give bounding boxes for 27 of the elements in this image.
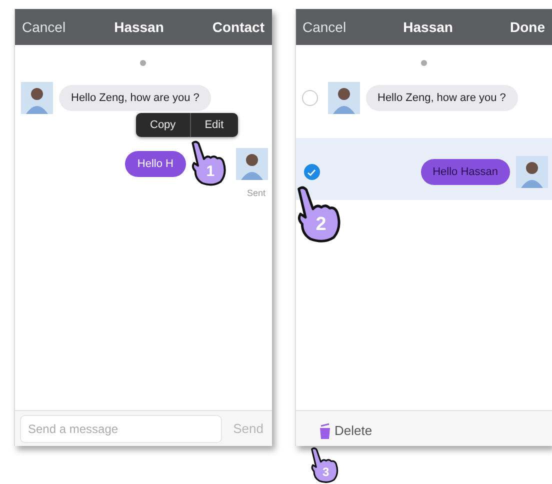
chat-title: Hassan xyxy=(403,19,453,35)
menu-item[interactable]: Copy xyxy=(136,113,190,137)
avatar-icon xyxy=(328,82,360,114)
step-number: 3 xyxy=(322,466,330,478)
trash-icon xyxy=(318,422,330,438)
message-field[interactable]: Send a message xyxy=(20,414,222,442)
done-button[interactable]: Done xyxy=(510,19,545,35)
sent-status: Sent xyxy=(246,188,266,198)
step-number: 2 xyxy=(316,215,326,234)
select-checkbox[interactable] xyxy=(302,90,318,106)
delete-button[interactable]: Delete xyxy=(300,422,372,438)
loading-dot xyxy=(140,60,146,66)
chat-title: Hassan xyxy=(114,19,164,35)
menu-item[interactable]: Edit xyxy=(190,113,238,137)
message-bubble[interactable]: Hello H xyxy=(125,151,186,177)
contact-button[interactable]: Contact xyxy=(212,19,264,35)
avatar-icon xyxy=(236,148,268,180)
cancel-button[interactable]: Cancel xyxy=(302,19,346,35)
cancel-button[interactable]: Cancel xyxy=(22,19,66,35)
message-bubble[interactable]: Hello Zeng, how are you ? xyxy=(59,85,212,111)
checkmark-icon xyxy=(307,168,316,176)
loading-dot xyxy=(420,60,427,66)
avatar-icon xyxy=(21,82,53,114)
step-number: 1 xyxy=(206,164,215,179)
message-bubble[interactable]: Hello Zeng, how are you ? xyxy=(366,85,518,111)
select-checkbox[interactable] xyxy=(304,164,320,180)
avatar-icon xyxy=(516,156,548,188)
